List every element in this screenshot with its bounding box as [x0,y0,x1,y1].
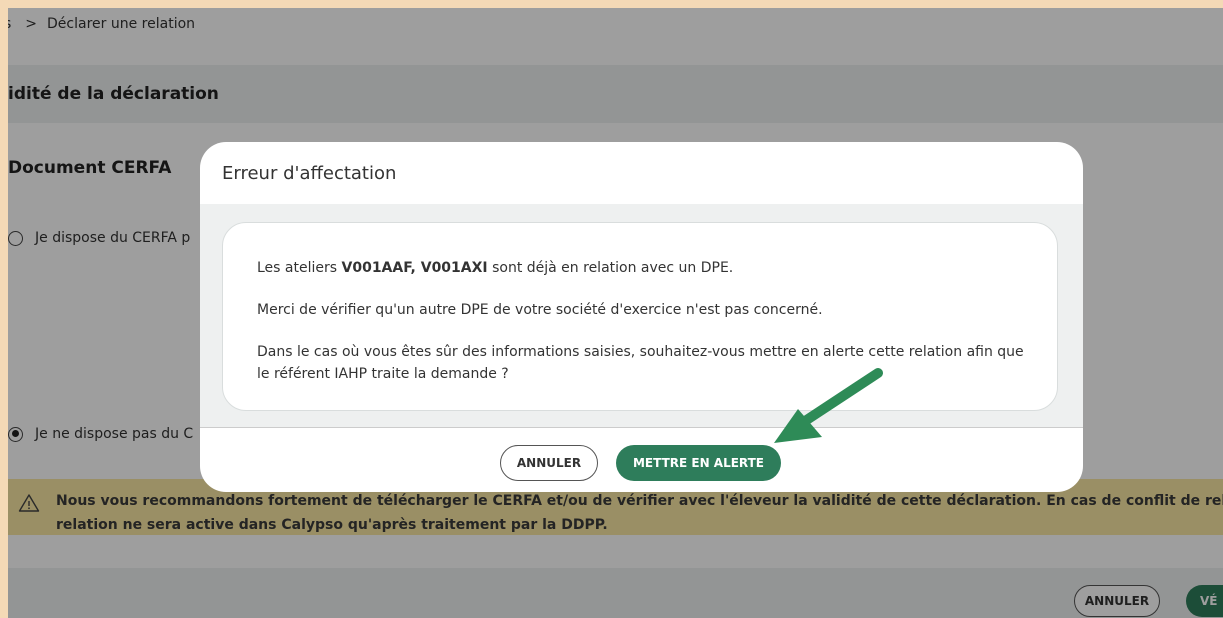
pointer-arrow-icon [774,368,883,443]
modal-message-card: Les ateliers V001AAF, V001AXI sont déjà … [222,222,1058,411]
modal-message-3: Dans le cas où vous êtes sûr des informa… [257,344,1024,382]
workshop-codes: V001AAF, V001AXI [341,260,488,276]
modal-body: Les ateliers V001AAF, V001AXI sont déjà … [200,204,1083,427]
modal-cancel-button[interactable]: ANNULER [500,445,598,481]
modal-message-2: Merci de vérifier qu'un autre DPE de vot… [257,302,823,318]
modal-footer: ANNULER METTRE EN ALERTE [200,427,1083,492]
error-modal: Erreur d'affectation Les ateliers V001AA… [200,142,1083,492]
modal-title: Erreur d'affectation [222,162,397,184]
modal-message-1: Les ateliers V001AAF, V001AXI sont déjà … [257,260,734,276]
put-on-alert-button[interactable]: METTRE EN ALERTE [616,445,781,481]
